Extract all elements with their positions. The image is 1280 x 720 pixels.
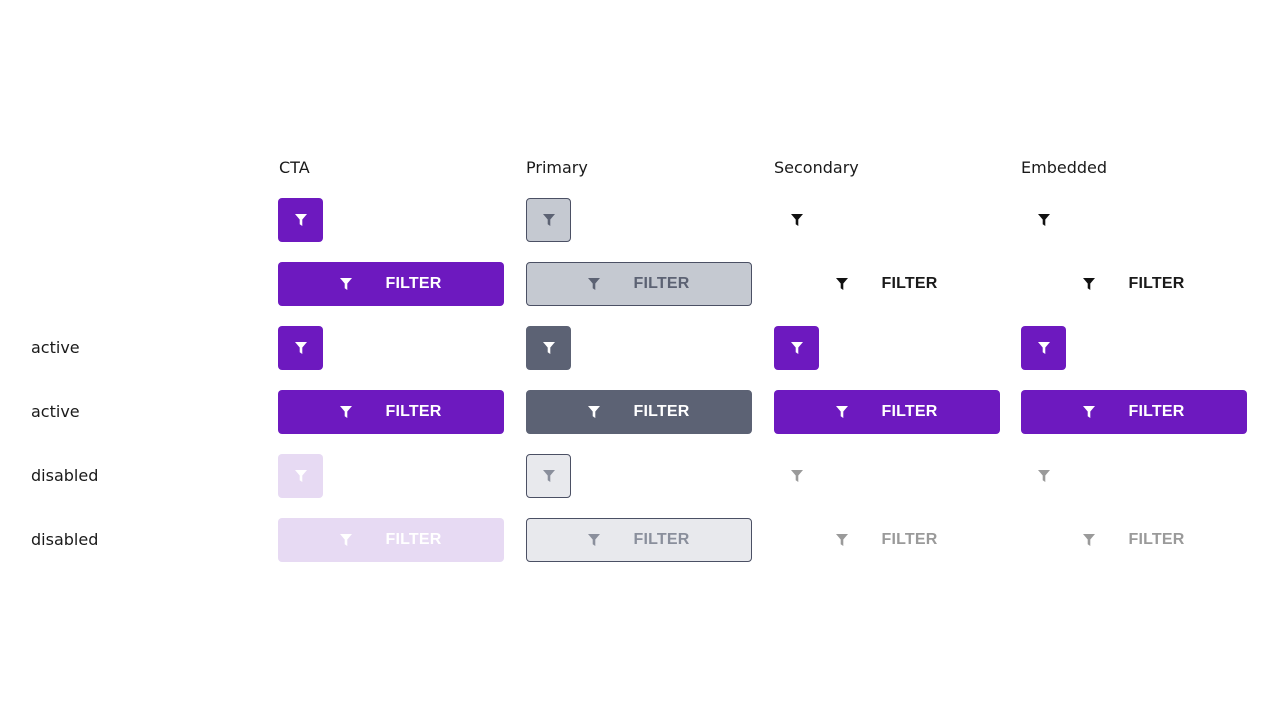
filter-funnel-icon [790, 342, 803, 354]
column-header-secondary: Secondary [774, 158, 859, 177]
filter-funnel-icon [542, 470, 555, 482]
row-label-active-icon: active [31, 338, 80, 357]
secondary-filter-button-disabled: FILTER [774, 518, 1000, 562]
filter-funnel-icon [790, 214, 803, 226]
filter-funnel-icon [340, 406, 353, 418]
filter-funnel-icon [588, 278, 601, 290]
primary-filter-icon-button-active[interactable] [526, 326, 571, 370]
column-header-embedded: Embedded [1021, 158, 1108, 177]
filter-funnel-icon [340, 534, 353, 546]
filter-button-label: FILTER [385, 275, 442, 292]
primary-filter-button-active[interactable]: FILTER [526, 390, 752, 434]
embedded-filter-button[interactable]: FILTER [1021, 262, 1247, 306]
cta-filter-button[interactable]: FILTER [278, 262, 504, 306]
filter-funnel-icon [294, 214, 307, 226]
column-header-primary: Primary [526, 158, 588, 177]
secondary-filter-icon-button-disabled [774, 454, 819, 498]
embedded-filter-button-active[interactable]: FILTER [1021, 390, 1247, 434]
secondary-filter-icon-button-active[interactable] [774, 326, 819, 370]
filter-funnel-icon [294, 342, 307, 354]
column-header-cta: CTA [279, 158, 310, 177]
filter-button-label: FILTER [1128, 403, 1185, 420]
primary-filter-button-disabled: FILTER [526, 518, 752, 562]
filter-button-label: FILTER [633, 531, 690, 548]
cta-filter-icon-button[interactable] [278, 198, 323, 242]
secondary-filter-icon-button[interactable] [774, 198, 819, 242]
filter-funnel-icon [542, 342, 555, 354]
cta-filter-button-active[interactable]: FILTER [278, 390, 504, 434]
filter-funnel-icon [836, 278, 849, 290]
filter-button-label: FILTER [881, 531, 938, 548]
filter-funnel-icon [1037, 214, 1050, 226]
cta-filter-icon-button-active[interactable] [278, 326, 323, 370]
filter-funnel-icon [588, 534, 601, 546]
filter-button-label: FILTER [881, 275, 938, 292]
row-label-disabled-icon: disabled [31, 466, 99, 485]
embedded-filter-icon-button-active[interactable] [1021, 326, 1066, 370]
secondary-filter-button[interactable]: FILTER [774, 262, 1000, 306]
secondary-filter-button-active[interactable]: FILTER [774, 390, 1000, 434]
primary-filter-icon-button[interactable] [526, 198, 571, 242]
filter-funnel-icon [1083, 406, 1096, 418]
cta-filter-icon-button-disabled [278, 454, 323, 498]
embedded-filter-icon-button-disabled [1021, 454, 1066, 498]
filter-button-label: FILTER [385, 403, 442, 420]
filter-funnel-icon [836, 406, 849, 418]
filter-funnel-icon [1037, 470, 1050, 482]
filter-funnel-icon [790, 470, 803, 482]
filter-button-label: FILTER [1128, 275, 1185, 292]
filter-button-label: FILTER [1128, 531, 1185, 548]
filter-funnel-icon [1083, 534, 1096, 546]
filter-funnel-icon [542, 214, 555, 226]
row-label-active-wide: active [31, 402, 80, 421]
filter-funnel-icon [1037, 342, 1050, 354]
row-label-disabled-wide: disabled [31, 530, 99, 549]
filter-funnel-icon [836, 534, 849, 546]
primary-filter-button[interactable]: FILTER [526, 262, 752, 306]
primary-filter-icon-button-disabled [526, 454, 571, 498]
filter-button-label: FILTER [633, 275, 690, 292]
filter-funnel-icon [294, 470, 307, 482]
filter-funnel-icon [588, 406, 601, 418]
filter-funnel-icon [340, 278, 353, 290]
filter-funnel-icon [1083, 278, 1096, 290]
embedded-filter-button-disabled: FILTER [1021, 518, 1247, 562]
cta-filter-button-disabled: FILTER [278, 518, 504, 562]
filter-button-label: FILTER [633, 403, 690, 420]
filter-button-label: FILTER [881, 403, 938, 420]
filter-button-label: FILTER [385, 531, 442, 548]
embedded-filter-icon-button[interactable] [1021, 198, 1066, 242]
